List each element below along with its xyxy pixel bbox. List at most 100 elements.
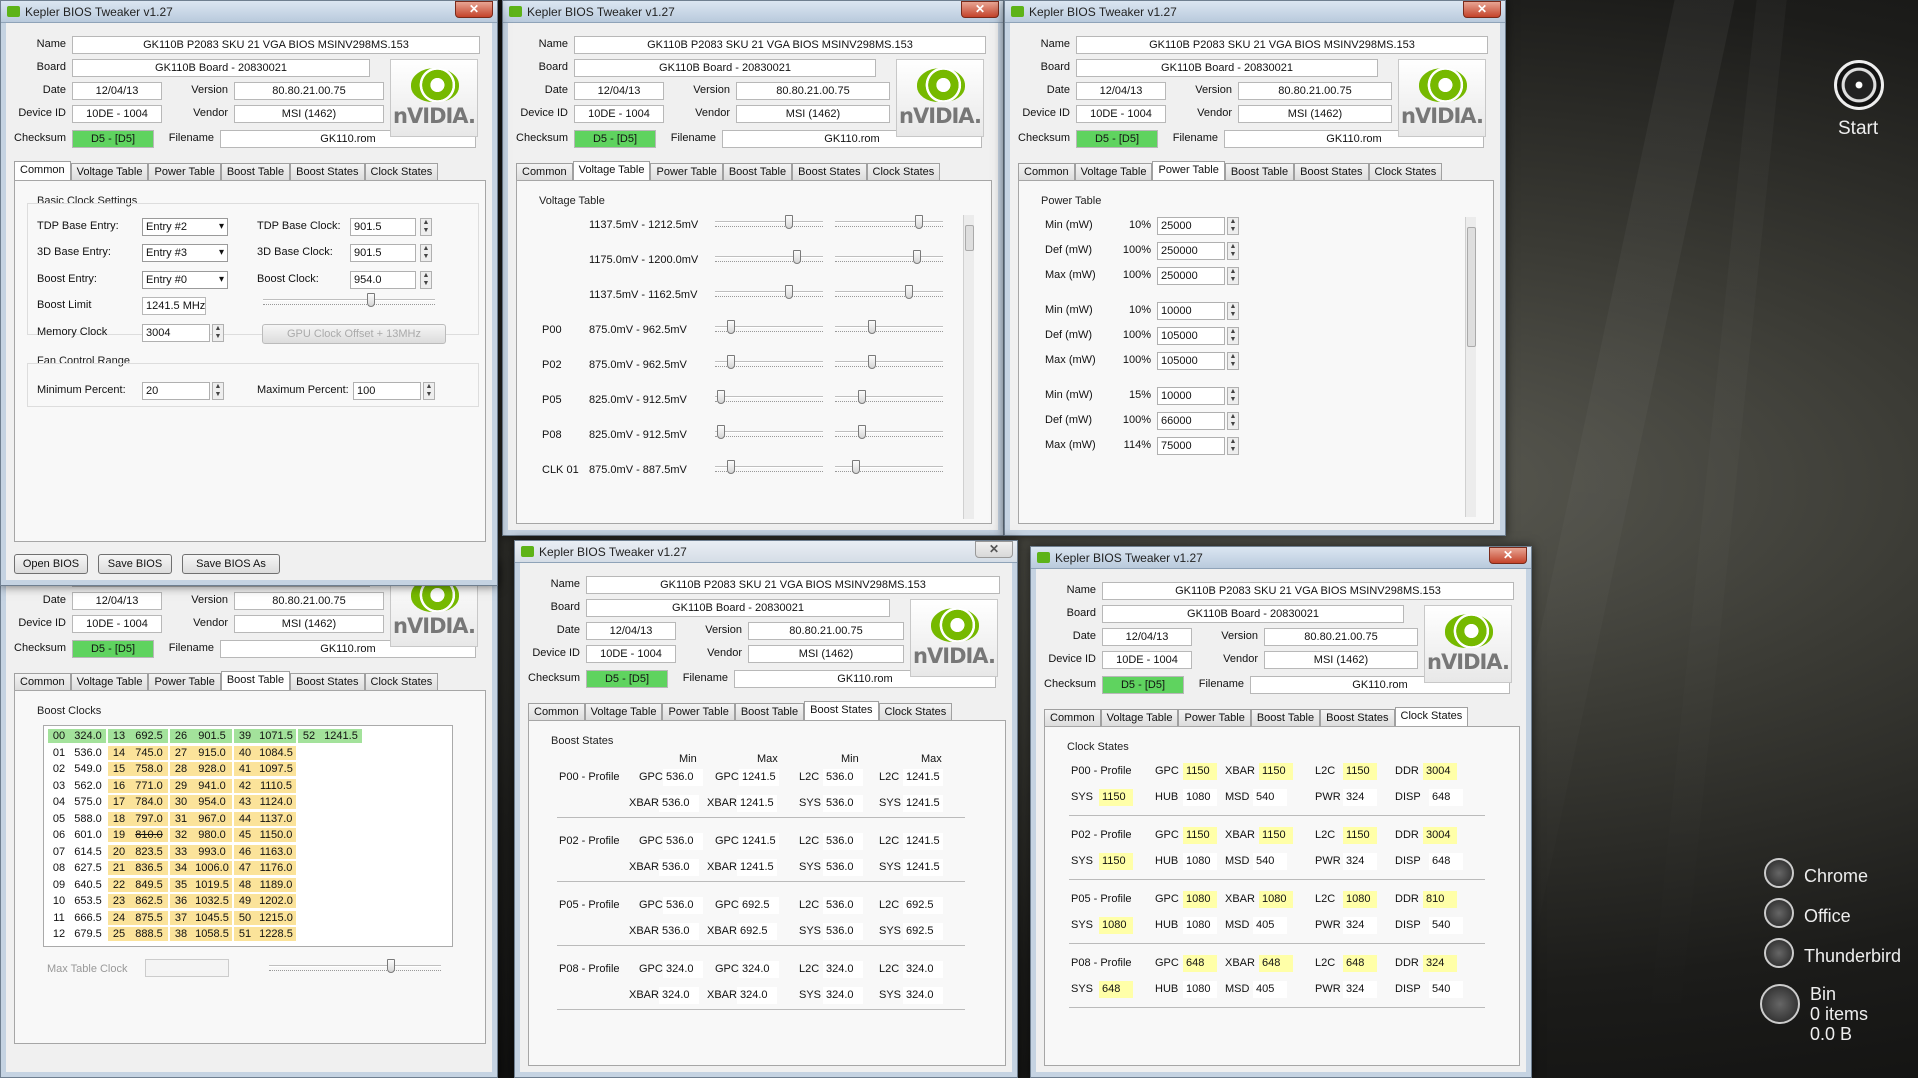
boost-cell[interactable] <box>298 811 320 826</box>
slider-thumb[interactable] <box>793 250 801 264</box>
boost-state-value[interactable]: 324.0 <box>659 987 699 1004</box>
device-id-field[interactable]: 10DE - 1004 <box>1102 651 1192 669</box>
boost-cell[interactable]: 04 <box>48 795 70 809</box>
tab-common[interactable]: Common <box>516 163 573 180</box>
boost-cell[interactable]: 37 <box>170 910 192 925</box>
voltage-max-slider[interactable] <box>835 460 943 474</box>
boost-cell[interactable]: 849.5 <box>130 877 168 892</box>
boost-cell[interactable]: 28 <box>170 762 192 776</box>
boost-cell[interactable]: 42 <box>234 778 256 793</box>
voltage-min-slider[interactable] <box>715 425 823 439</box>
device-id-field[interactable]: 10DE - 1004 <box>1076 105 1166 123</box>
boost-cell[interactable]: 758.0 <box>130 762 168 776</box>
boost-state-value[interactable]: 536.0 <box>823 897 863 914</box>
maximum-percent-spinner[interactable]: ▲ ▼ <box>423 382 435 400</box>
power-row-value[interactable]: 66000 <box>1157 412 1225 430</box>
voltage-max-slider[interactable] <box>835 320 943 334</box>
boost-cell[interactable]: 10 <box>48 894 70 908</box>
boost-cell[interactable]: 1032.5 <box>192 894 232 908</box>
tab-voltage-table[interactable]: Voltage Table <box>572 161 651 180</box>
board-field[interactable]: GK110B Board - 20830021 <box>1102 605 1404 623</box>
date-field[interactable]: 12/04/13 <box>1076 82 1166 100</box>
boost-cell[interactable]: 1176.0 <box>256 861 296 875</box>
boost-cell[interactable]: 928.0 <box>192 762 232 776</box>
boost-cell[interactable]: 50 <box>234 910 256 925</box>
tab-boost-table[interactable]: Boost Table <box>1224 163 1295 180</box>
title-bar[interactable]: Kepler BIOS Tweaker v1.27 ✕ <box>515 541 1017 563</box>
boost-cell[interactable]: 810.0 <box>130 828 168 842</box>
tab-voltage-table[interactable]: Voltage Table <box>70 673 149 690</box>
boost-state-value[interactable]: 1241.5 <box>903 795 943 812</box>
boost-cell[interactable]: 34 <box>170 861 192 875</box>
tab-boost-states[interactable]: Boost States <box>290 163 365 180</box>
boost-cell[interactable]: 39 <box>234 729 256 743</box>
boost-cell[interactable]: 1045.5 <box>192 910 232 925</box>
clock-state-value[interactable]: 1150 <box>1343 763 1377 780</box>
clock-state-value[interactable]: 1150 <box>1099 789 1133 806</box>
voltage-min-slider[interactable] <box>715 285 823 299</box>
boost-cell[interactable] <box>320 844 362 859</box>
boost-state-value[interactable]: 324.0 <box>903 961 943 978</box>
tab-boost-states[interactable]: Boost States <box>804 701 879 720</box>
boost-cell[interactable]: 1071.5 <box>256 729 296 743</box>
max-table-clock-slider[interactable] <box>269 959 441 973</box>
name-field[interactable]: GK110B P2083 SKU 21 VGA BIOS MSINV298MS.… <box>1076 36 1488 54</box>
boost-cell[interactable]: 20 <box>108 844 130 859</box>
clock-state-value[interactable]: 648 <box>1343 955 1377 972</box>
tab-power-table[interactable]: Power Table <box>1152 161 1225 180</box>
device-id-field[interactable]: 10DE - 1004 <box>574 105 664 123</box>
clock-state-value[interactable]: 1150 <box>1099 853 1133 870</box>
close-button[interactable]: ✕ <box>961 1 999 18</box>
boost-cell[interactable]: 31 <box>170 811 192 826</box>
boost-cell[interactable]: 41 <box>234 762 256 776</box>
clock-state-value[interactable]: 1080 <box>1183 917 1217 934</box>
boost-cell[interactable]: 19 <box>108 828 130 842</box>
boost-state-value[interactable]: 536.0 <box>823 769 863 786</box>
boost-state-value[interactable]: 324.0 <box>823 961 863 978</box>
tab-boost-table[interactable]: Boost Table <box>734 703 805 720</box>
boost-cell[interactable]: 07 <box>48 844 70 859</box>
clock-state-value[interactable]: 810 <box>1423 891 1457 908</box>
voltage-max-slider[interactable] <box>835 355 943 369</box>
tab-voltage-table[interactable]: Voltage Table <box>1100 709 1179 726</box>
clock-state-value[interactable]: 648 <box>1429 789 1463 806</box>
clock-state-value[interactable]: 324 <box>1343 789 1377 806</box>
tab-common[interactable]: Common <box>14 161 71 180</box>
clock-state-value[interactable]: 1150 <box>1183 827 1217 844</box>
boost-cell[interactable]: 1215.0 <box>256 910 296 925</box>
boost-cell[interactable]: 967.0 <box>192 811 232 826</box>
boost-cell[interactable]: 823.5 <box>130 844 168 859</box>
boost-cell[interactable]: 954.0 <box>192 795 232 809</box>
board-field[interactable]: GK110B Board - 20830021 <box>586 599 890 617</box>
boost-cell[interactable] <box>320 762 362 776</box>
voltage-min-slider[interactable] <box>715 250 823 264</box>
boost-cell[interactable]: 993.0 <box>192 844 232 859</box>
power-row-spinner[interactable]: ▲ ▼ <box>1227 242 1239 260</box>
tab-boost-states[interactable]: Boost States <box>290 673 365 690</box>
power-row-spinner[interactable]: ▲ ▼ <box>1227 412 1239 430</box>
boost-state-value[interactable]: 536.0 <box>823 859 863 876</box>
boost-cell[interactable]: 627.5 <box>70 861 106 875</box>
tab-boost-states[interactable]: Boost States <box>1294 163 1369 180</box>
clock-state-value[interactable]: 405 <box>1253 981 1287 998</box>
clock-state-value[interactable]: 3004 <box>1423 763 1457 780</box>
boost-cell[interactable]: 25 <box>108 927 130 941</box>
tab-voltage-table[interactable]: Voltage Table <box>584 703 663 720</box>
slider-thumb[interactable] <box>727 460 735 474</box>
clock-state-value[interactable]: 405 <box>1253 917 1287 934</box>
boost-cell[interactable]: 575.0 <box>70 795 106 809</box>
slider-thumb[interactable] <box>868 355 876 369</box>
boost-cell[interactable] <box>320 927 362 941</box>
boost-cell[interactable]: 797.0 <box>130 811 168 826</box>
boost-state-value[interactable]: 1241.5 <box>739 833 779 850</box>
boost-cell[interactable]: 02 <box>48 762 70 776</box>
boost-state-value[interactable]: 692.5 <box>737 923 777 940</box>
gpu-clock-offset-slider[interactable] <box>263 293 435 307</box>
power-row-spinner[interactable]: ▲ ▼ <box>1227 327 1239 345</box>
boost-cell[interactable]: 05 <box>48 811 70 826</box>
date-field[interactable]: 12/04/13 <box>586 622 676 640</box>
voltage-max-slider[interactable] <box>835 390 943 404</box>
vendor-field[interactable]: MSI (1462) <box>1264 651 1418 669</box>
boost-cell[interactable]: 35 <box>170 877 192 892</box>
clock-state-value[interactable]: 1080 <box>1183 891 1217 908</box>
